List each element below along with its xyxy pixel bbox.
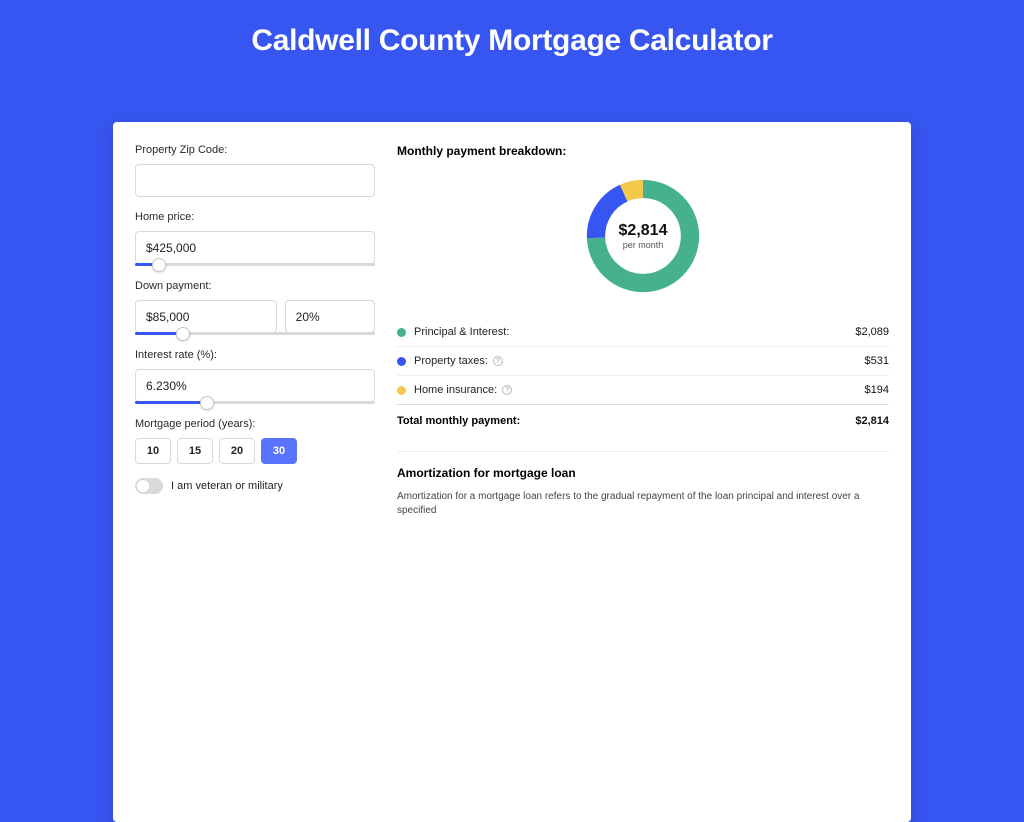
legend-value: $531 — [865, 355, 889, 367]
home-price-slider[interactable] — [135, 263, 375, 266]
zip-label: Property Zip Code: — [135, 144, 375, 156]
donut-subtext: per month — [623, 240, 664, 250]
down-payment-label: Down payment: — [135, 280, 375, 292]
period-button-30[interactable]: 30 — [261, 438, 297, 464]
down-payment-pct-input[interactable] — [285, 300, 375, 333]
inputs-column: Property Zip Code: Home price: Down paym… — [135, 144, 375, 518]
mortgage-period-group: 10152030 — [135, 438, 375, 464]
slider-thumb-icon[interactable] — [176, 327, 190, 341]
legend-label: Principal & Interest: — [414, 326, 509, 338]
period-button-15[interactable]: 15 — [177, 438, 213, 464]
info-icon[interactable]: ? — [493, 356, 503, 366]
period-button-10[interactable]: 10 — [135, 438, 171, 464]
home-price-label: Home price: — [135, 211, 375, 223]
breakdown-title: Monthly payment breakdown: — [397, 144, 889, 158]
legend-row: Property taxes:? $531 — [397, 347, 889, 376]
donut-chart: $2,814 per month — [581, 174, 705, 298]
legend-dot-icon — [397, 386, 406, 395]
interest-rate-slider[interactable] — [135, 401, 375, 404]
page-title: Caldwell County Mortgage Calculator — [0, 24, 1024, 58]
legend-row: Home insurance:? $194 — [397, 376, 889, 404]
home-price-input[interactable] — [135, 231, 375, 264]
legend-value: $194 — [865, 384, 889, 396]
calculator-stage: Property Zip Code: Home price: Down paym… — [113, 107, 911, 607]
legend-label: Home insurance:? — [414, 384, 512, 396]
legend: Principal & Interest: $2,089 Property taxe… — [397, 318, 889, 404]
slider-thumb-icon[interactable] — [200, 396, 214, 410]
veteran-toggle[interactable] — [135, 478, 163, 494]
calculator-card: Property Zip Code: Home price: Down paym… — [113, 122, 911, 822]
breakdown-column: Monthly payment breakdown: $2,814 per mo… — [397, 144, 889, 518]
legend-dot-icon — [397, 357, 406, 366]
legend-dot-icon — [397, 328, 406, 337]
slider-thumb-icon[interactable] — [152, 258, 166, 272]
down-payment-input[interactable] — [135, 300, 277, 333]
legend-label: Property taxes:? — [414, 355, 503, 367]
donut-value: $2,814 — [619, 222, 668, 240]
interest-rate-label: Interest rate (%): — [135, 349, 375, 361]
down-payment-slider[interactable] — [135, 332, 375, 335]
amortization-title: Amortization for mortgage loan — [397, 466, 889, 480]
mortgage-period-label: Mortgage period (years): — [135, 418, 375, 430]
zip-input[interactable] — [135, 164, 375, 197]
total-payment-value: $2,814 — [855, 415, 889, 427]
amortization-text: Amortization for a mortgage loan refers … — [397, 490, 889, 518]
interest-rate-input[interactable] — [135, 369, 375, 402]
info-icon[interactable]: ? — [502, 385, 512, 395]
legend-value: $2,089 — [855, 326, 889, 338]
legend-row: Principal & Interest: $2,089 — [397, 318, 889, 347]
veteran-label: I am veteran or military — [171, 480, 283, 492]
period-button-20[interactable]: 20 — [219, 438, 255, 464]
total-payment-label: Total monthly payment: — [397, 415, 520, 427]
